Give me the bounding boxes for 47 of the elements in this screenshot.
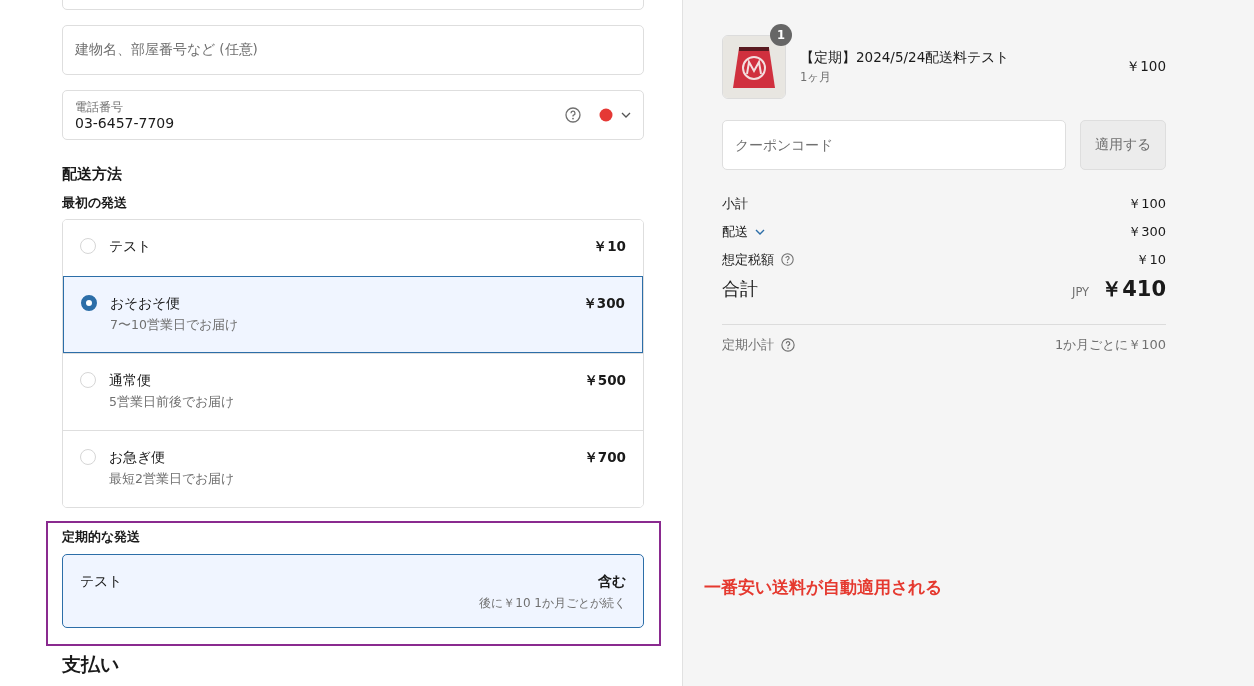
option-note: 最短2営業日でお届け	[109, 471, 235, 488]
flag-icon[interactable]	[599, 108, 613, 122]
product-price: ￥100	[1126, 58, 1166, 76]
currency-code: JPY	[1072, 285, 1090, 299]
option-price: ￥300	[582, 295, 625, 313]
help-icon[interactable]	[781, 253, 794, 266]
option-price: ￥700	[583, 449, 626, 467]
option-name: お急ぎ便	[109, 449, 166, 467]
option-name: おそおそ便	[110, 295, 181, 313]
section-heading: 配送方法	[62, 165, 123, 183]
phone-field[interactable]: 電話番号 03-6457-7709	[62, 90, 644, 140]
product-title: 【定期】2024/5/24配送料テスト	[800, 49, 1011, 67]
subsection-heading: 最初の発送	[62, 195, 128, 211]
help-icon[interactable]	[781, 338, 795, 352]
annotation-text: 一番安い送料が自動適用される	[704, 576, 942, 599]
option-name: テスト	[80, 573, 122, 591]
option-note: 後に￥10 1か月ごとが続く	[479, 595, 626, 612]
option-note: 7〜10営業日でお届け	[110, 317, 239, 334]
coupon-field[interactable]: クーポンコード	[722, 120, 1066, 170]
option-note: 5営業日前後でお届け	[109, 394, 235, 411]
option-name: 通常便	[109, 372, 152, 390]
summary-label: 配送	[722, 222, 748, 241]
total-value: ￥410	[1101, 276, 1166, 303]
input-field[interactable]: 建物名、部屋番号など (任意)	[62, 25, 644, 75]
option-price: 含む	[598, 573, 626, 591]
option-name: テスト	[109, 238, 152, 256]
total-label: 合計	[722, 277, 758, 301]
radio-button[interactable]	[81, 295, 97, 311]
section-heading: 支払い	[62, 654, 120, 674]
summary-value: ￥300	[1128, 222, 1166, 241]
help-icon[interactable]	[565, 107, 581, 123]
summary-label: 定期小計	[722, 336, 774, 354]
apply-button[interactable]: 適用する	[1080, 120, 1166, 170]
shipping-option[interactable]: お急ぎ便 最短2営業日でお届け ￥700	[63, 430, 643, 507]
product-variant: 1ヶ月	[800, 70, 833, 85]
chevron-down-icon[interactable]	[621, 112, 631, 118]
summary-label: 小計	[722, 194, 748, 213]
quantity-badge: 1	[770, 24, 792, 46]
shipping-option[interactable]: おそおそ便 7〜10営業日でお届け ￥300	[63, 276, 643, 353]
summary-value: 1か月ごとに￥100	[1054, 336, 1166, 354]
summary-value: ￥100	[1128, 194, 1166, 213]
summary-value: ￥10	[1136, 250, 1166, 269]
subsection-heading: 定期的な発送	[62, 529, 141, 545]
chevron-down-icon[interactable]	[755, 228, 765, 235]
summary-label: 想定税額	[722, 250, 774, 269]
option-price: ￥500	[583, 372, 626, 390]
option-price: ￥10	[593, 238, 626, 256]
